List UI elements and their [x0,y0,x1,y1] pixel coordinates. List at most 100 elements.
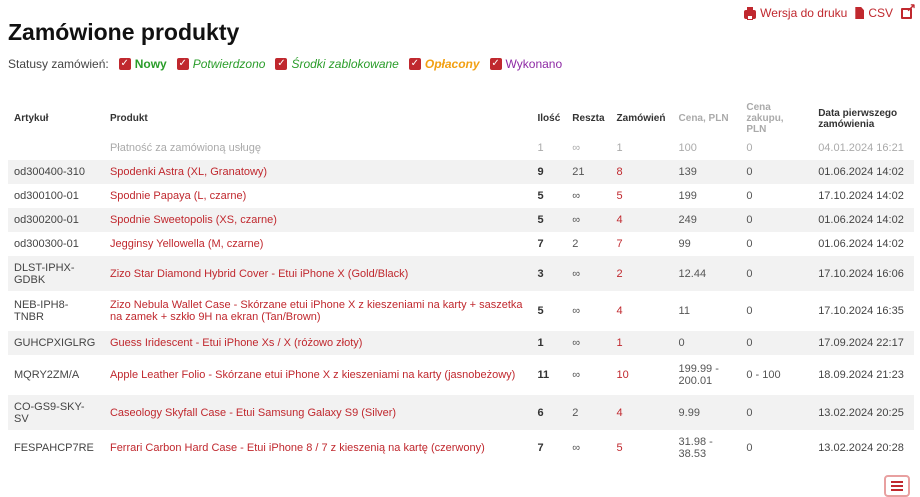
cell-reszta: ∞ [566,208,611,232]
cell-data: 17.10.2024 16:06 [812,256,914,291]
cell-cena-zakupu: 0 [740,208,813,232]
hamburger-icon-line [891,489,903,491]
cell-data: 18.09.2024 21:23 [818,369,904,381]
page-title: Zamówione produkty [8,19,240,45]
col-cena[interactable]: Cena, PLN [673,102,741,135]
table-row: NEB-IPH8-TNBR Zizo Nebula Wallet Case - S… [8,291,914,331]
cell-data: 17.10.2024 14:02 [818,190,904,202]
cell-cena: 139 [672,160,741,184]
cell-cena-zakupu: 0 [746,305,753,317]
cell-ilosc: 6 [531,395,567,430]
cell-cena: 31.98 - 38.53 [678,436,713,460]
status-wykonano[interactable]: ✓ Wykonano [489,57,562,71]
col-ilosc[interactable]: Ilość [532,102,567,135]
status-srodki-zablokowane[interactable]: ✓ Środki zablokowane [275,57,399,71]
cell-produkt-link[interactable]: Jegginsy Yellowella (M, czarne) [104,232,532,256]
cell-produkt-link[interactable]: Ferrari Carbon Hard Case - Etui iPhone 8… [104,430,532,466]
cell-data: 17.10.2024 16:35 [818,305,904,317]
cell-zamowien-link[interactable]: 5 [611,184,673,208]
status-nowy[interactable]: ✓ Nowy [118,57,167,71]
cell-zamowien-link[interactable]: 8 [610,160,673,184]
top-links: Wersja do druku CSV [744,1,916,20]
status-potwierdzono[interactable]: ✓ Potwierdzono [176,57,265,71]
cell-cena-zakupu: 0 [740,331,813,355]
table-header-row: Artykuł Produkt Ilość Reszta Zamówień Ce… [8,102,914,135]
table-row: FESPAHCP7RE Ferrari Carbon Hard Case - Et… [8,430,914,466]
print-link[interactable]: Wersja do druku [744,6,847,20]
cell-artykul: CO-GS9-SKY-SV [8,395,104,430]
cell-produkt-link[interactable]: Spodenki Astra (XL, Granatowy) [103,160,532,184]
cell-cena-zakupu: 0 [740,395,813,430]
cell-zamowien-link[interactable]: 4 [610,208,673,232]
status-filter-label: Statusy zamówień: [8,57,109,71]
checkbox-checked-icon[interactable]: ✓ [275,58,288,70]
cell-ilosc: 1 [537,141,544,154]
menu-button[interactable] [884,475,910,497]
table-row: GUHCPXIGLRG Guess Iridescent - Etui iPhon… [8,331,914,355]
col-reszta[interactable]: Reszta [566,102,610,135]
cell-produkt-link[interactable]: Zizo Nebula Wallet Case - Skórzane etui … [104,291,532,331]
cell-artykul: GUHCPXIGLRG [8,331,104,355]
checkbox-checked-icon[interactable]: ✓ [118,58,131,70]
cell-zamowien-link[interactable]: 10 [611,355,673,395]
checkbox-checked-icon[interactable]: ✓ [176,58,189,70]
cell-zamowien-link[interactable]: 2 [610,256,673,291]
table-row: od300100-01 Spodnie Papaya (L, czarne) 5 ∞ 5… [8,184,914,208]
cell-cena: 11 [678,305,690,317]
cell-ilosc: 5 [537,305,544,317]
cell-data: 01.06.2024 14:02 [812,160,914,184]
checkbox-checked-icon[interactable]: ✓ [489,58,502,70]
cell-cena: 100 [678,141,697,154]
cell-zamowien-link[interactable]: 4 [610,395,673,430]
status-oplacony[interactable]: ✓ Opłacony [408,57,480,71]
cell-artykul: FESPAHCP7RE [14,442,94,454]
table-row: DLST-IPHX-GDBK Zizo Star Diamond Hybrid C… [8,256,914,291]
cell-cena-zakupu: 0 [746,141,753,154]
cell-ilosc: 5 [531,208,567,232]
col-zamowien[interactable]: Zamówień [611,102,673,135]
cell-data: 13.02.2024 20:28 [818,442,904,454]
external-link-icon [901,1,916,19]
cell-produkt-link[interactable]: Caseology Skyfall Case - Etui Samsung Ga… [103,395,532,430]
cell-zamowien-link[interactable]: 1 [610,331,673,355]
cell-produkt-link[interactable]: Apple Leather Folio - Skórzane etui iPho… [104,355,532,395]
hamburger-icon [891,481,903,483]
cell-data: 13.02.2024 20:25 [812,395,914,430]
cell-produkt-link[interactable]: Spodnie Papaya (L, czarne) [104,184,532,208]
hamburger-icon-line [891,485,903,487]
col-produkt[interactable]: Produkt [104,102,532,135]
cell-cena: 9.99 [672,395,741,430]
cell-produkt-link[interactable]: Spodnie Sweetopolis (XS, czarne) [103,208,532,232]
cell-ilosc: 3 [531,256,567,291]
cell-cena: 199 [678,190,697,202]
cell-zamowien-link[interactable]: 7 [611,232,673,256]
cell-cena: 99 [678,238,691,250]
cell-reszta: ∞ [572,141,581,154]
col-cena-zakupu[interactable]: Cena zakupu, PLN [740,102,812,135]
cell-zamowien-link[interactable]: 5 [611,430,673,466]
cell-cena: 12.44 [672,256,741,291]
cell-cena-zakupu: 0 [746,190,753,202]
table-row: Płatność za zamówioną usługę 1 ∞ 1 100 0 04.01… [8,135,914,160]
file-icon [855,7,865,19]
col-data[interactable]: Data pierwszego zamówienia [812,102,914,135]
print-icon [744,6,757,20]
cell-produkt-link[interactable]: Guess Iridescent - Etui iPhone Xs / X (r… [103,331,532,355]
cell-cena: 249 [672,208,741,232]
checkbox-checked-icon[interactable]: ✓ [408,58,421,70]
csv-link[interactable]: CSV [855,6,893,20]
open-external-link[interactable] [901,1,916,19]
cell-reszta: 2 [572,238,579,250]
cell-cena-zakupu: 0 [746,442,753,454]
table-row: od300200-01 Spodnie Sweetopolis (XS, czar… [8,208,914,232]
status-filter: Statusy zamówień: ✓ Nowy ✓ Potwierdzono … [8,57,562,71]
col-artykul[interactable]: Artykuł [8,102,104,135]
cell-artykul: od300300-01 [14,238,79,250]
cell-produkt-link[interactable]: Zizo Star Diamond Hybrid Cover - Etui iP… [103,256,532,291]
cell-artykul: od300400-310 [8,160,104,184]
cell-cena-zakupu: 0 [746,238,753,250]
cell-zamowien-link[interactable]: 4 [611,291,673,331]
table-row: MQRY2ZM/A Apple Leather Folio - Skórzane … [8,355,914,395]
cell-data: 01.06.2024 14:02 [812,208,914,232]
cell-reszta: ∞ [572,369,581,381]
